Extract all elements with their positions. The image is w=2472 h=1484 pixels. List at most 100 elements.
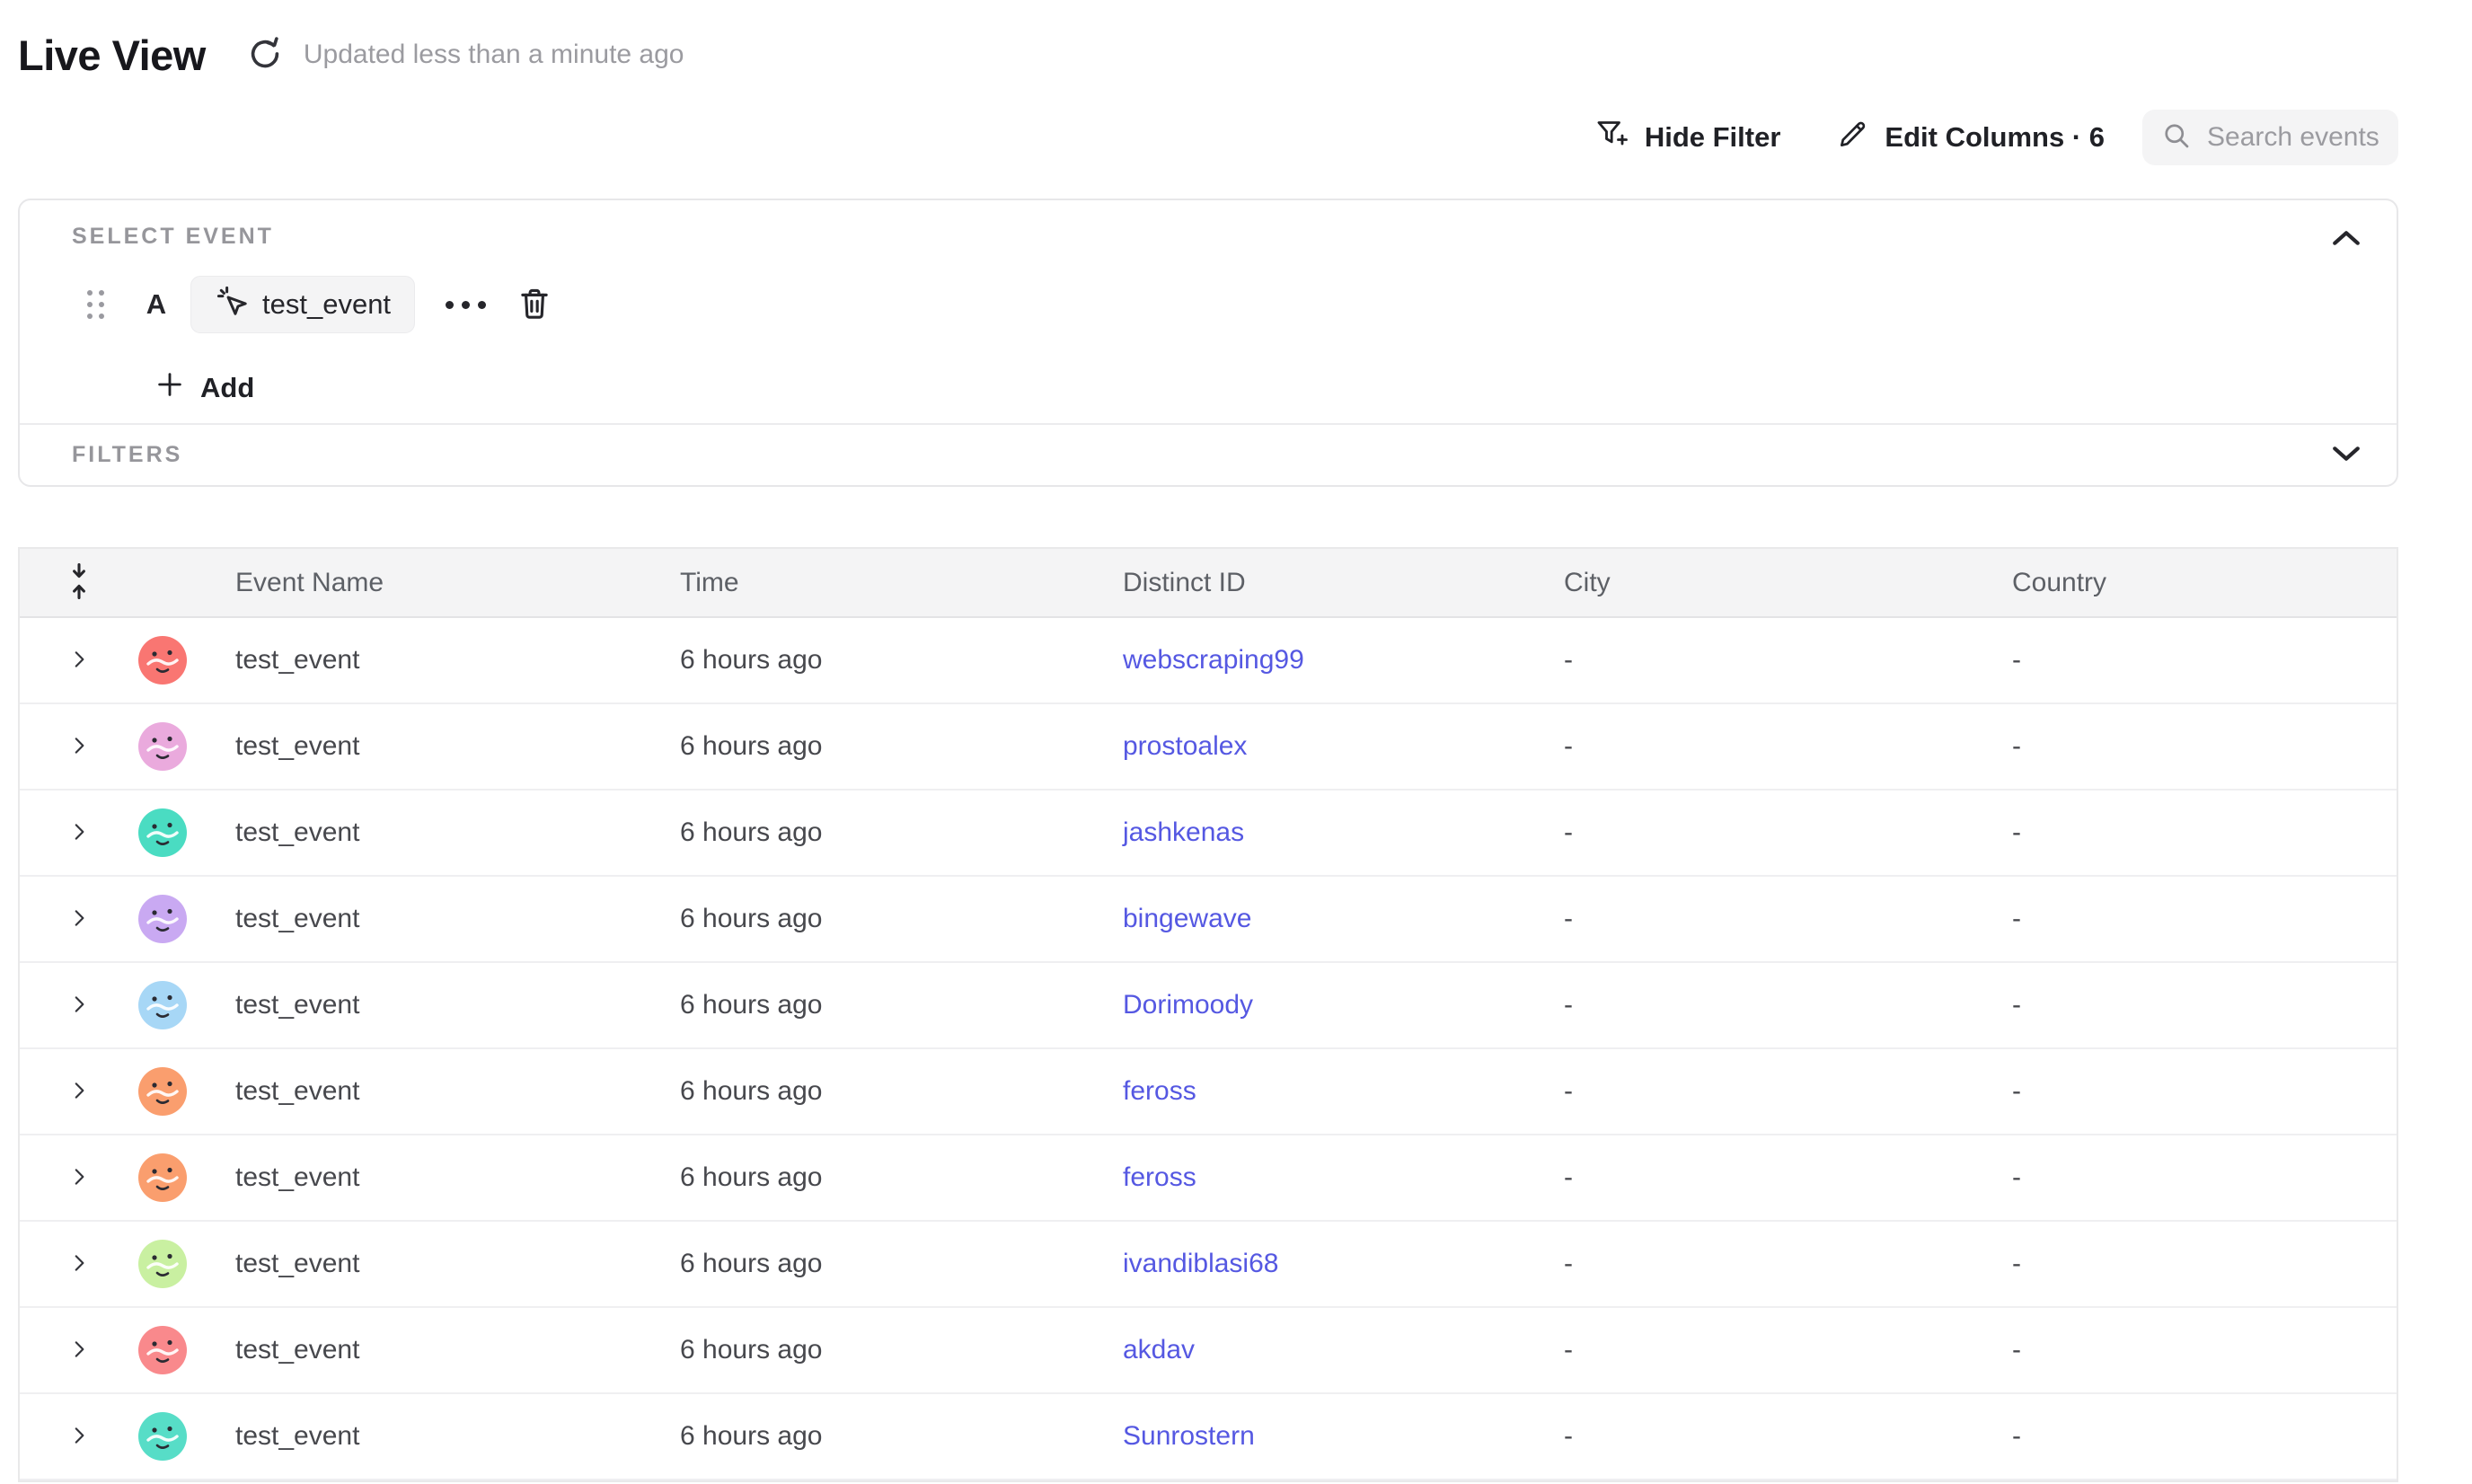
table-row[interactable]: test_event 6 hours ago akdav - - bbox=[20, 1308, 2397, 1394]
time-cell: 6 hours ago bbox=[680, 1162, 1123, 1193]
expand-row-button[interactable] bbox=[59, 640, 99, 680]
city-cell: - bbox=[1564, 904, 2012, 934]
chevron-right-icon bbox=[67, 1424, 91, 1450]
query-builder-panel: SELECT EVENT A bbox=[18, 199, 2398, 487]
live-view-page: Live View Updated less than a minute ago… bbox=[0, 0, 2472, 1484]
more-options-button[interactable] bbox=[440, 287, 491, 322]
table-row[interactable]: test_event 6 hours ago prostoalex - - bbox=[20, 704, 2397, 791]
distinct-id-link[interactable]: Dorimoody bbox=[1123, 990, 1253, 1020]
event-name-cell: test_event bbox=[235, 1162, 680, 1193]
delete-event-button[interactable] bbox=[515, 285, 554, 324]
city-cell: - bbox=[1564, 1249, 2012, 1279]
expand-filters-button[interactable] bbox=[2326, 440, 2366, 471]
time-cell: 6 hours ago bbox=[680, 817, 1123, 848]
country-cell: - bbox=[2012, 1335, 2397, 1365]
plus-icon bbox=[154, 369, 185, 407]
events-table: Event Name Time Distinct ID City Country bbox=[18, 547, 2398, 1482]
time-cell: 6 hours ago bbox=[680, 1076, 1123, 1107]
city-cell: - bbox=[1564, 645, 2012, 676]
distinct-id-link[interactable]: webscraping99 bbox=[1123, 645, 1304, 675]
chevron-up-icon bbox=[2331, 228, 2362, 251]
table-row[interactable]: test_event 6 hours ago ivandiblasi68 - - bbox=[20, 1222, 2397, 1308]
distinct-id-link[interactable]: Sunrostern bbox=[1123, 1421, 1255, 1451]
avatar bbox=[138, 895, 187, 943]
expand-row-button[interactable] bbox=[59, 899, 99, 939]
event-name-cell: test_event bbox=[235, 904, 680, 934]
avatar bbox=[138, 981, 187, 1029]
event-row: A test_event bbox=[20, 276, 2397, 333]
event-chip[interactable]: test_event bbox=[190, 276, 415, 333]
select-event-label: SELECT EVENT bbox=[72, 224, 274, 250]
expand-row-button[interactable] bbox=[59, 1072, 99, 1111]
collapse-rows-button[interactable] bbox=[59, 561, 99, 605]
country-cell: - bbox=[2012, 645, 2397, 676]
pencil-icon bbox=[1836, 117, 1870, 158]
collapse-vertical-icon bbox=[67, 563, 91, 602]
refresh-button[interactable] bbox=[244, 34, 286, 75]
table-row[interactable]: test_event 6 hours ago bingewave - - bbox=[20, 877, 2397, 963]
collapse-section-button[interactable] bbox=[2326, 224, 2366, 254]
expand-row-button[interactable] bbox=[59, 1417, 99, 1456]
page-title: Live View bbox=[18, 31, 206, 80]
column-header-city: City bbox=[1564, 568, 2012, 598]
hide-filter-button[interactable]: Hide Filter bbox=[1594, 116, 1781, 159]
refresh-icon bbox=[245, 34, 285, 76]
city-cell: - bbox=[1564, 990, 2012, 1020]
table-row[interactable]: test_event 6 hours ago Dorimoody - - bbox=[20, 963, 2397, 1049]
chevron-right-icon bbox=[67, 906, 91, 932]
trash-icon bbox=[516, 285, 553, 325]
time-cell: 6 hours ago bbox=[680, 1249, 1123, 1279]
event-name-cell: test_event bbox=[235, 1421, 680, 1452]
city-cell: - bbox=[1564, 1421, 2012, 1452]
distinct-id-link[interactable]: ivandiblasi68 bbox=[1123, 1249, 1278, 1278]
table-row[interactable]: test_event 6 hours ago feross - - bbox=[20, 1049, 2397, 1135]
country-cell: - bbox=[2012, 1076, 2397, 1107]
avatar bbox=[138, 808, 187, 857]
event-chip-label: test_event bbox=[262, 288, 391, 321]
avatar bbox=[138, 1240, 187, 1288]
event-name-cell: test_event bbox=[235, 1335, 680, 1365]
table-row[interactable]: test_event 6 hours ago webscraping99 - - bbox=[20, 618, 2397, 704]
distinct-id-link[interactable]: akdav bbox=[1123, 1335, 1195, 1365]
expand-row-button[interactable] bbox=[59, 1158, 99, 1197]
city-cell: - bbox=[1564, 1162, 2012, 1193]
event-name-cell: test_event bbox=[235, 645, 680, 676]
cursor-click-icon bbox=[215, 284, 249, 325]
country-cell: - bbox=[2012, 1421, 2397, 1452]
table-row[interactable]: test_event 6 hours ago Sunrostern - - bbox=[20, 1394, 2397, 1480]
expand-row-button[interactable] bbox=[59, 985, 99, 1025]
country-cell: - bbox=[2012, 1249, 2397, 1279]
expand-row-button[interactable] bbox=[59, 1330, 99, 1370]
chevron-right-icon bbox=[67, 1338, 91, 1364]
avatar bbox=[138, 1326, 187, 1374]
chevron-right-icon bbox=[67, 1251, 91, 1277]
ellipsis-icon bbox=[446, 301, 486, 309]
column-header-event-name: Event Name bbox=[235, 568, 680, 598]
expand-row-button[interactable] bbox=[59, 1244, 99, 1284]
column-header-time: Time bbox=[680, 568, 1123, 598]
country-cell: - bbox=[2012, 731, 2397, 762]
distinct-id-link[interactable]: feross bbox=[1123, 1162, 1196, 1192]
city-cell: - bbox=[1564, 731, 2012, 762]
drag-handle-icon[interactable] bbox=[87, 290, 104, 319]
table-row[interactable]: test_event 6 hours ago feross - - bbox=[20, 1135, 2397, 1222]
add-label: Add bbox=[200, 372, 254, 404]
event-name-cell: test_event bbox=[235, 1249, 680, 1279]
event-name-cell: test_event bbox=[235, 817, 680, 848]
search-input[interactable] bbox=[2207, 122, 2382, 153]
country-cell: - bbox=[2012, 990, 2397, 1020]
time-cell: 6 hours ago bbox=[680, 990, 1123, 1020]
distinct-id-link[interactable]: feross bbox=[1123, 1076, 1196, 1106]
event-name-cell: test_event bbox=[235, 990, 680, 1020]
expand-row-button[interactable] bbox=[59, 813, 99, 852]
avatar bbox=[138, 1067, 187, 1116]
table-row[interactable]: test_event 6 hours ago jashkenas - - bbox=[20, 791, 2397, 877]
chevron-right-icon bbox=[67, 1165, 91, 1191]
add-event-button[interactable]: Add bbox=[154, 369, 254, 407]
distinct-id-link[interactable]: bingewave bbox=[1123, 904, 1251, 933]
distinct-id-link[interactable]: prostoalex bbox=[1123, 731, 1247, 761]
edit-columns-button[interactable]: Edit Columns · 6 bbox=[1836, 117, 2105, 158]
distinct-id-link[interactable]: jashkenas bbox=[1123, 817, 1244, 847]
expand-row-button[interactable] bbox=[59, 727, 99, 766]
time-cell: 6 hours ago bbox=[680, 904, 1123, 934]
